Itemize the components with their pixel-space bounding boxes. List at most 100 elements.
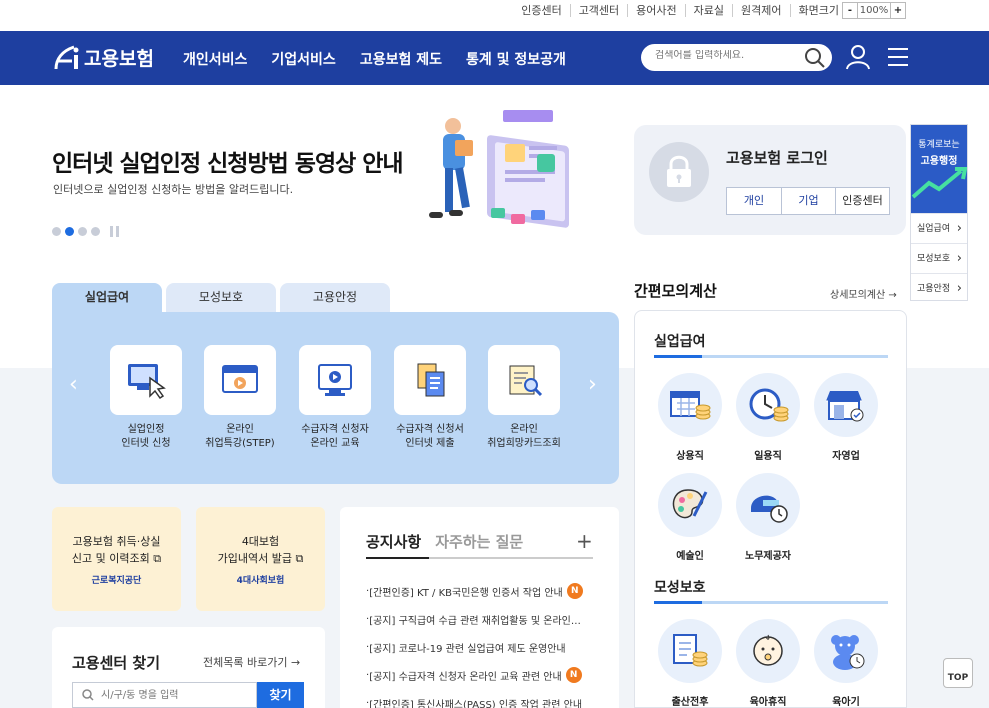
calc-item-regular[interactable]: 상용직 — [657, 373, 723, 462]
chevron-right-icon[interactable]: › — [588, 372, 597, 397]
zoom-in-button[interactable]: + — [891, 3, 905, 18]
quick-top-line1: 통계로보는 — [918, 140, 960, 150]
login-personal-button[interactable]: 개인 — [727, 188, 781, 214]
teddy-bear-icon — [814, 619, 878, 683]
calc-section-title: 모성보호 — [654, 580, 706, 596]
menu-icon[interactable] — [887, 47, 909, 67]
notice-tabs: 공지사항 자주하는 질문 — [366, 531, 537, 552]
slide-dot-active[interactable] — [65, 227, 74, 236]
calc-item-self-employed[interactable]: 자영업 — [813, 373, 879, 462]
notice-item[interactable]: · [간편인증] KT / KB국민은행 인증서 작업 안내 N — [366, 577, 596, 605]
quick-item-employment-stability[interactable]: 고용안정 — [911, 273, 967, 303]
search-box — [641, 44, 832, 71]
user-icon[interactable] — [846, 44, 870, 70]
insurance-certificate-card[interactable]: 4대보험 가입내역서 발급 ⧉ 4대사회보험 — [196, 507, 325, 611]
util-link-archive[interactable]: 자료실 — [684, 4, 732, 17]
center-search-input[interactable] — [72, 682, 257, 708]
palette-icon — [658, 473, 722, 537]
utility-links: 인증센터 고객센터 용어사전 자료실 원격제어 화면크기 — [513, 4, 847, 17]
service-item[interactable]: 실업인정 인터넷 신청 — [101, 345, 191, 451]
full-list-link[interactable]: 전체목록 바로가기 → — [203, 654, 300, 670]
util-link-screen-size: 화면크기 — [789, 4, 847, 17]
calc-section-title: 실업급여 — [654, 334, 706, 350]
calc-item-label: 육아휴직 — [749, 697, 787, 708]
notice-item[interactable]: · [공지] 수급자격 신청자 온라인 교육 관련 안내 N — [366, 661, 596, 689]
quick-stats-banner[interactable]: 통계로보는 고용행정 — [911, 125, 967, 213]
util-link-customer[interactable]: 고객센터 — [569, 4, 627, 17]
tab-unemployment[interactable]: 실업급여 — [52, 283, 162, 312]
external-link-icon: ⧉ — [295, 552, 304, 565]
slide-indicator — [52, 226, 122, 237]
zoom-out-button[interactable]: - — [843, 3, 857, 18]
slide-dot[interactable] — [52, 227, 61, 236]
tab-employment-stability[interactable]: 고용안정 — [280, 283, 390, 312]
detailed-calc-link[interactable]: 상세모의계산 → — [830, 286, 897, 301]
site-logo[interactable]: 고용보험 — [52, 41, 154, 73]
tab-notice[interactable]: 공지사항 — [366, 531, 421, 552]
calc-item-daily[interactable]: 일용직 — [735, 373, 801, 462]
nav-insurance-system[interactable]: 고용보험 제도 — [360, 49, 442, 69]
chevron-left-icon[interactable]: ‹ — [69, 372, 78, 397]
calc-item-childbirth[interactable]: 출산전후 — [657, 619, 723, 708]
nav-statistics[interactable]: 통계 및 정보공개 — [466, 49, 566, 69]
notice-item[interactable]: · [간편인증] 통신사패스(PASS) 인증 작업 관련 안내 — [366, 689, 596, 708]
shop-icon — [814, 373, 878, 437]
service-item[interactable]: 온라인취업희망카드조회 — [479, 345, 569, 451]
document-coins-icon — [658, 619, 722, 683]
quick-item-unemployment[interactable]: 실업급여 — [911, 213, 967, 243]
calc-item-label: 일용직 — [754, 451, 782, 462]
tab-faq[interactable]: 자주하는 질문 — [435, 531, 523, 552]
pause-icon[interactable] — [110, 226, 122, 237]
util-link-cert[interactable]: 인증센터 — [513, 4, 569, 17]
calc-item-childcare[interactable]: 육아기 — [813, 619, 879, 708]
quick-bar: 통계로보는 고용행정 실업급여 모성보호 고용안정 — [910, 124, 968, 301]
calc-title: 간편모의계산 — [634, 282, 717, 300]
find-button[interactable]: 찾기 — [257, 682, 304, 708]
more-plus-icon[interactable]: + — [576, 529, 593, 553]
slide-dot[interactable] — [78, 227, 87, 236]
login-business-button[interactable]: 기업 — [781, 188, 835, 214]
calc-item-parental-leave[interactable]: 육아휴직 — [735, 619, 801, 708]
utility-bar: 인증센터 고객센터 용어사전 자료실 원격제어 화면크기 - 100% + — [0, 0, 989, 31]
notice-item[interactable]: · [공지] 코로나-19 관련 실업급여 제도 운영안내 — [366, 633, 596, 661]
service-label: 인터넷 제출 — [405, 438, 455, 449]
service-label: 취업희망카드조회 — [487, 438, 561, 449]
insurance-history-card[interactable]: 고용보험 취득·상실 신고 및 이력조회 ⧉ 근로복지공단 — [52, 507, 181, 611]
tab-underline — [366, 557, 593, 559]
service-label: 수급자격 신청서 — [396, 424, 464, 435]
service-label: 온라인 교육 — [310, 438, 360, 449]
ycard-line1: 고용보험 취득·상실 — [72, 535, 161, 548]
hero-illustration — [429, 110, 569, 228]
notice-text: [공지] 수급자격 신청자 온라인 교육 관련 안내 — [369, 671, 562, 683]
helmet-clock-icon — [736, 473, 800, 537]
monitor-click-icon — [110, 345, 182, 415]
calc-item-label: 예술인 — [676, 551, 704, 562]
calc-item-labor-provider[interactable]: 노무제공자 — [735, 473, 801, 562]
search-icon[interactable] — [804, 47, 826, 69]
calc-item-artist[interactable]: 예술인 — [657, 473, 723, 562]
util-link-remote[interactable]: 원격제어 — [732, 4, 789, 17]
lock-icon — [649, 142, 709, 202]
tab-maternity[interactable]: 모성보호 — [166, 283, 276, 312]
service-item[interactable]: 수급자격 신청서인터넷 제출 — [385, 345, 475, 451]
login-card: 고용보험 로그인 개인 기업 인증센터 — [634, 125, 906, 235]
service-label: 온라인 — [510, 424, 538, 435]
ycard-org: 4대사회보험 — [236, 576, 285, 586]
section-underline — [654, 601, 888, 604]
service-item[interactable]: 온라인 취업특강(STEP) — [195, 345, 285, 451]
nav-personal[interactable]: 개인서비스 — [183, 49, 247, 69]
service-item[interactable]: 수급자격 신청자 온라인 교육 — [290, 345, 380, 451]
calc-item-label: 노무제공자 — [745, 551, 791, 562]
scroll-top-button[interactable]: TOP — [943, 658, 973, 688]
search-input[interactable] — [655, 50, 805, 61]
new-badge: N — [565, 667, 582, 683]
calendar-coins-icon — [658, 373, 722, 437]
nav-business[interactable]: 기업서비스 — [271, 49, 335, 69]
quick-item-maternity[interactable]: 모성보호 — [911, 243, 967, 273]
util-link-glossary[interactable]: 용어사전 — [627, 4, 684, 17]
login-cert-center-button[interactable]: 인증센터 — [835, 188, 889, 214]
hero-title[interactable]: 인터넷 실업인정 신청방법 동영상 안내 — [52, 144, 404, 178]
calc-item-label: 자영업 — [832, 451, 860, 462]
slide-dot[interactable] — [91, 227, 100, 236]
notice-item[interactable]: · [공지] 구직급여 수급 관련 재취업활동 및 온라인 안내 — [366, 605, 596, 633]
